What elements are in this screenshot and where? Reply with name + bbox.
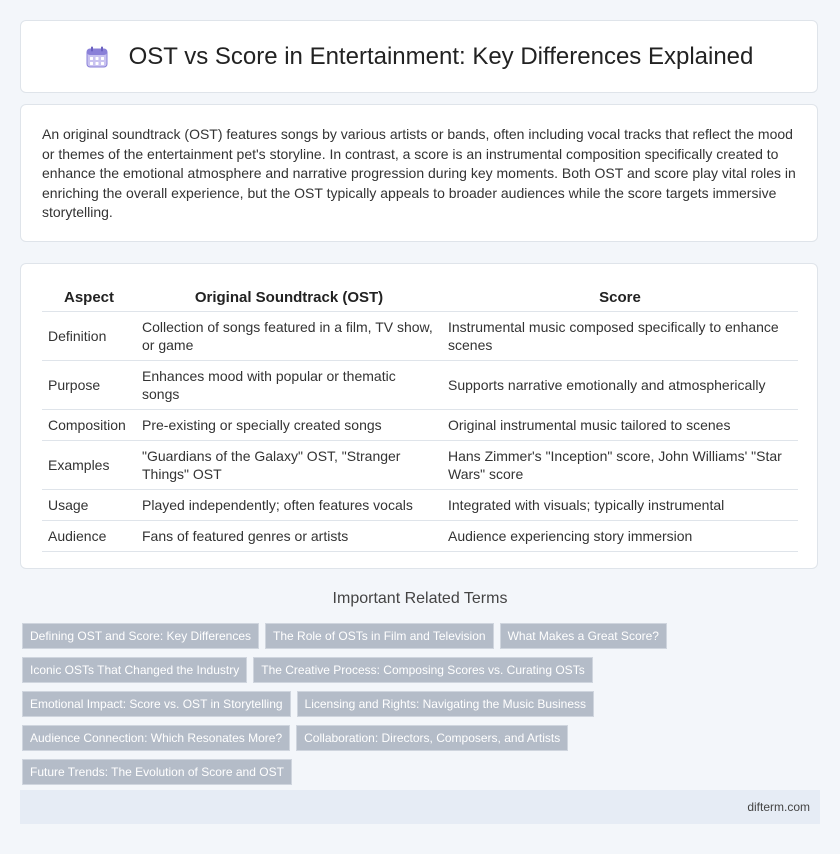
row-aspect: Audience [42,520,136,552]
header-ost: Original Soundtrack (OST) [136,284,442,312]
row-aspect: Definition [42,311,136,361]
table-row: Composition Pre-existing or specially cr… [42,409,798,441]
related-term-link[interactable]: The Role of OSTs in Film and Television [265,623,494,649]
row-score: Integrated with visuals; typically instr… [442,489,798,521]
row-aspect: Purpose [42,360,136,410]
row-ost: Enhances mood with popular or thematic s… [136,360,442,410]
related-term-link[interactable]: Collaboration: Directors, Composers, and… [296,725,569,751]
related-term-link[interactable]: Emotional Impact: Score vs. OST in Story… [22,691,291,717]
table-row: Definition Collection of songs featured … [42,311,798,361]
intro-card: An original soundtrack (OST) features so… [20,104,818,242]
related-terms-heading: Important Related Terms [332,590,508,607]
row-aspect: Usage [42,489,136,521]
related-term-link[interactable]: Licensing and Rights: Navigating the Mus… [296,691,595,717]
row-ost: Played independently; often features voc… [136,489,442,521]
comparison-table: Aspect Original Soundtrack (OST) Score D… [42,284,798,552]
related-term-link[interactable]: What Makes a Great Score? [499,623,667,649]
page-title: OST vs Score in Entertainment: Key Diffe… [85,42,754,71]
row-ost: Pre-existing or specially created songs [136,409,442,441]
related-term-link[interactable]: Future Trends: The Evolution of Score an… [22,759,292,785]
row-ost: Fans of featured genres or artists [136,520,442,552]
footer: difterm.com [20,790,820,824]
title-card: OST vs Score in Entertainment: Key Diffe… [20,20,818,93]
row-aspect: Composition [42,409,136,441]
header-score: Score [442,284,798,312]
table-row: Audience Fans of featured genres or arti… [42,520,798,552]
comparison-card: Aspect Original Soundtrack (OST) Score D… [20,263,818,569]
row-score: Audience experiencing story immersion [442,520,798,552]
intro-paragraph: An original soundtrack (OST) features so… [42,126,796,220]
related-term-link[interactable]: Iconic OSTs That Changed the Industry [22,657,248,683]
row-aspect: Examples [42,440,136,490]
calendar-icon [85,45,109,69]
row-ost: "Guardians of the Galaxy" OST, "Stranger… [136,440,442,490]
header-aspect: Aspect [42,284,136,312]
table-row: Usage Played independently; often featur… [42,489,798,521]
row-score: Supports narrative emotionally and atmos… [442,360,798,410]
related-terms-list: Defining OST and Score: Key Differences T… [22,623,822,793]
row-ost: Collection of songs featured in a film, … [136,311,442,361]
page-title-text: OST vs Score in Entertainment: Key Diffe… [128,42,754,70]
row-score: Instrumental music composed specifically… [442,311,798,361]
table-header-row: Aspect Original Soundtrack (OST) Score [42,284,798,312]
related-term-link[interactable]: Defining OST and Score: Key Differences [22,623,260,649]
related-term-link[interactable]: Audience Connection: Which Resonates Mor… [22,725,291,751]
footer-site-link[interactable]: difterm.com [747,800,810,814]
related-term-link[interactable]: The Creative Process: Composing Scores v… [253,657,593,683]
row-score: Original instrumental music tailored to … [442,409,798,441]
table-row: Purpose Enhances mood with popular or th… [42,360,798,410]
table-row: Examples "Guardians of the Galaxy" OST, … [42,440,798,490]
row-score: Hans Zimmer's "Inception" score, John Wi… [442,440,798,490]
